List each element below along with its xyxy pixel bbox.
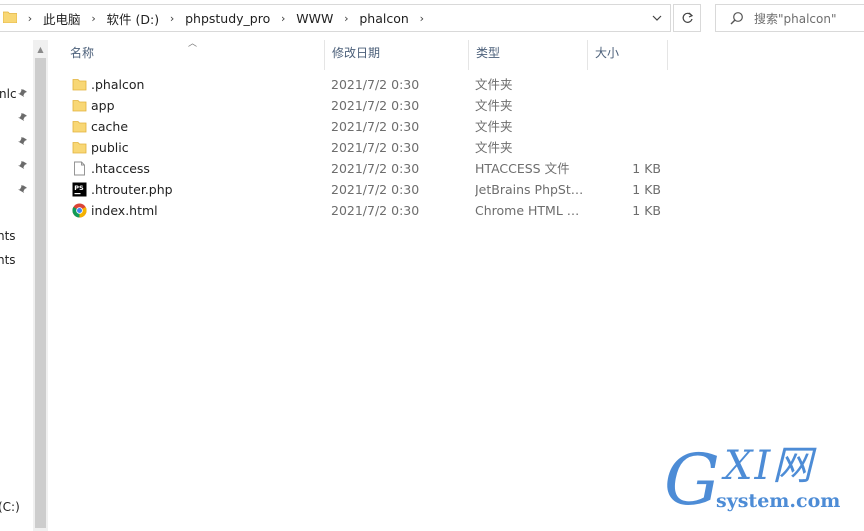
breadcrumb-item[interactable]: WWW [291,11,338,26]
breadcrumb-item[interactable]: phpstudy_pro [180,11,275,26]
refresh-icon [682,12,693,23]
address-bar[interactable]: › 此电脑 › 软件 (D:) › phpstudy_pro › WWW › p… [0,4,671,32]
breadcrumb-item[interactable]: 软件 (D:) [102,9,165,28]
folder-icon [72,79,87,91]
file-name: index.html [91,203,158,218]
nav-item-drive-c[interactable]: (C:) [0,500,20,520]
file-size [593,116,661,137]
file-icon [74,161,85,176]
navigation-pane: nlc nts nts (C:) [0,36,33,531]
nav-item-documents[interactable]: nts [0,229,16,249]
pin-icon[interactable] [18,113,28,123]
search-placeholder: 搜索"phalcon" [754,11,837,26]
pin-icon[interactable] [18,137,28,147]
column-header-size[interactable]: 大小 [587,36,619,70]
svg-text:PS: PS [74,184,84,192]
watermark-letter: G [664,439,720,521]
watermark-domain: system.com [716,490,841,512]
nav-item-quick-access[interactable]: nlc [0,87,17,107]
navigation-scrollbar[interactable]: ▲ [33,40,48,531]
watermark-logo: G XI网 system.com [664,440,864,531]
chevron-right-icon[interactable]: › [414,12,430,25]
chrome-icon [72,203,87,218]
phpstorm-icon: PS [72,182,87,197]
file-name: app [91,98,115,113]
file-size [593,74,661,95]
breadcrumb: › 此电脑 › 软件 (D:) › phpstudy_pro › WWW › p… [22,5,430,31]
file-row[interactable]: .htaccess 2021/7/2 0:30 HTACCESS 文件 1 KB [48,158,864,179]
pin-icon[interactable] [18,185,28,195]
file-type: 文件夹 [475,77,513,92]
pin-icon[interactable] [18,161,28,171]
file-row[interactable]: app 2021/7/2 0:30 文件夹 [48,95,864,116]
file-type: 文件夹 [475,98,513,113]
file-name: cache [91,119,129,134]
file-row[interactable]: cache 2021/7/2 0:30 文件夹 [48,116,864,137]
folder-icon [72,121,87,133]
chevron-right-icon[interactable]: › [22,12,38,25]
file-date: 2021/7/2 0:30 [331,77,420,92]
scroll-up-arrow-icon[interactable]: ▲ [33,42,48,57]
file-date: 2021/7/2 0:30 [331,119,420,134]
file-type: JetBrains PhpSto... [475,182,587,197]
folder-icon [72,100,87,112]
file-name: .htrouter.php [91,182,173,197]
file-date: 2021/7/2 0:30 [331,98,420,113]
address-history-button[interactable] [644,5,670,31]
file-type: 文件夹 [475,119,513,134]
watermark-text: XI网 [724,443,815,489]
nav-item-downloads[interactable]: nts [0,253,16,273]
column-divider[interactable] [667,40,668,70]
column-header-date[interactable]: 修改日期 [324,36,380,70]
chevron-down-icon [652,15,662,21]
file-date: 2021/7/2 0:30 [331,140,420,155]
folder-icon [3,11,17,23]
file-row[interactable]: PS .htrouter.php 2021/7/2 0:30 JetBrains… [48,179,864,200]
scrollbar-thumb[interactable] [35,58,46,528]
file-type: 文件夹 [475,140,513,155]
chevron-right-icon[interactable]: › [338,12,354,25]
column-headers: ︿ 名称 修改日期 类型 大小 [48,36,864,70]
column-header-name[interactable]: 名称 [62,36,94,70]
file-name: .htaccess [91,161,150,176]
refresh-button[interactable] [673,4,701,32]
file-row[interactable]: public 2021/7/2 0:30 文件夹 [48,137,864,158]
file-size: 1 KB [632,182,661,197]
file-size: 1 KB [632,203,661,218]
search-icon [730,12,743,25]
file-name: .phalcon [91,77,145,92]
breadcrumb-item[interactable]: 此电脑 [38,9,86,28]
file-row[interactable]: index.html 2021/7/2 0:30 Chrome HTML D..… [48,200,864,221]
file-date: 2021/7/2 0:30 [331,182,420,197]
file-type: Chrome HTML D... [475,203,587,218]
file-name: public [91,140,129,155]
chevron-right-icon[interactable]: › [275,12,291,25]
address-bar-row: › 此电脑 › 软件 (D:) › phpstudy_pro › WWW › p… [0,0,864,36]
file-list: .phalcon 2021/7/2 0:30 文件夹 app 2021/7/2 … [48,74,864,221]
chevron-right-icon[interactable]: › [164,12,180,25]
breadcrumb-item[interactable]: phalcon [354,11,413,26]
folder-icon [72,142,87,154]
pin-icon[interactable] [18,89,28,99]
file-size [593,95,661,116]
column-header-type[interactable]: 类型 [468,36,500,70]
file-date: 2021/7/2 0:30 [331,203,420,218]
file-date: 2021/7/2 0:30 [331,161,420,176]
chevron-right-icon[interactable]: › [86,12,102,25]
file-row[interactable]: .phalcon 2021/7/2 0:30 文件夹 [48,74,864,95]
sort-ascending-icon: ︿ [188,39,198,49]
file-size [593,137,661,158]
file-type: HTACCESS 文件 [475,161,570,176]
search-input[interactable]: 搜索"phalcon" [715,4,864,32]
file-size: 1 KB [632,161,661,176]
